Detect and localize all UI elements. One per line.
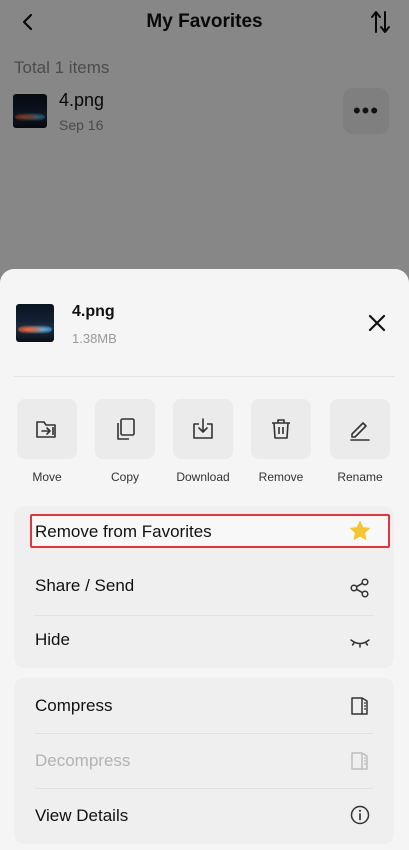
menu-group-primary: Remove from Favorites Share / Send Hide	[14, 506, 394, 668]
rename-label: Rename	[337, 470, 383, 484]
remove-label: Remove	[258, 470, 304, 484]
sheet-file-name: 4.png	[72, 303, 115, 320]
share-icon	[348, 576, 372, 600]
move-icon	[36, 421, 56, 438]
menu-group-secondary: Compress Decompress View Details	[14, 678, 394, 844]
download-label: Download	[176, 470, 230, 484]
remove-button[interactable]: Remove	[250, 399, 312, 484]
menu-item-label: Decompress	[35, 751, 131, 770]
rename-button[interactable]: Rename	[329, 399, 391, 484]
pencil-icon	[350, 422, 370, 441]
menu-item-label: Hide	[35, 630, 70, 649]
menu-item-label: View Details	[35, 806, 129, 825]
download-icon	[193, 418, 213, 439]
menu-item-share-send[interactable]: Share / Send	[14, 561, 394, 615]
menu-item-view-details[interactable]: View Details	[14, 788, 394, 842]
menu-item-hide[interactable]: Hide	[14, 615, 394, 669]
move-button[interactable]: Move	[16, 399, 78, 484]
sheet-file-size: 1.38MB	[72, 331, 117, 346]
menu-item-compress[interactable]: Compress	[14, 678, 394, 732]
menu-item-label: Share / Send	[35, 576, 135, 595]
copy-label: Copy	[110, 470, 139, 484]
divider	[14, 376, 395, 377]
close-button[interactable]	[365, 311, 389, 335]
menu-item-decompress: Decompress	[14, 733, 394, 787]
file-actions-sheet: 4.png 1.38MB Move Copy Download Remove R…	[0, 269, 409, 850]
copy-button[interactable]: Copy	[94, 399, 156, 484]
menu-item-label: Compress	[35, 696, 113, 715]
info-icon	[348, 803, 372, 827]
copy-icon	[117, 418, 135, 440]
menu-item-remove-from-favorites[interactable]: Remove from Favorites	[14, 506, 394, 560]
move-label: Move	[32, 470, 62, 484]
sheet-file-thumbnail	[16, 304, 54, 342]
trash-icon	[272, 419, 290, 439]
star-icon	[348, 519, 372, 543]
close-icon	[368, 314, 386, 332]
eye-closed-icon	[348, 630, 372, 654]
action-bar: Move Copy Download Remove Rename	[0, 399, 409, 489]
compress-icon	[348, 694, 372, 718]
decompress-icon	[348, 749, 372, 773]
download-button[interactable]: Download	[172, 399, 234, 484]
menu-item-label: Remove from Favorites	[35, 522, 212, 541]
sheet-header: 4.png 1.38MB	[0, 269, 409, 377]
